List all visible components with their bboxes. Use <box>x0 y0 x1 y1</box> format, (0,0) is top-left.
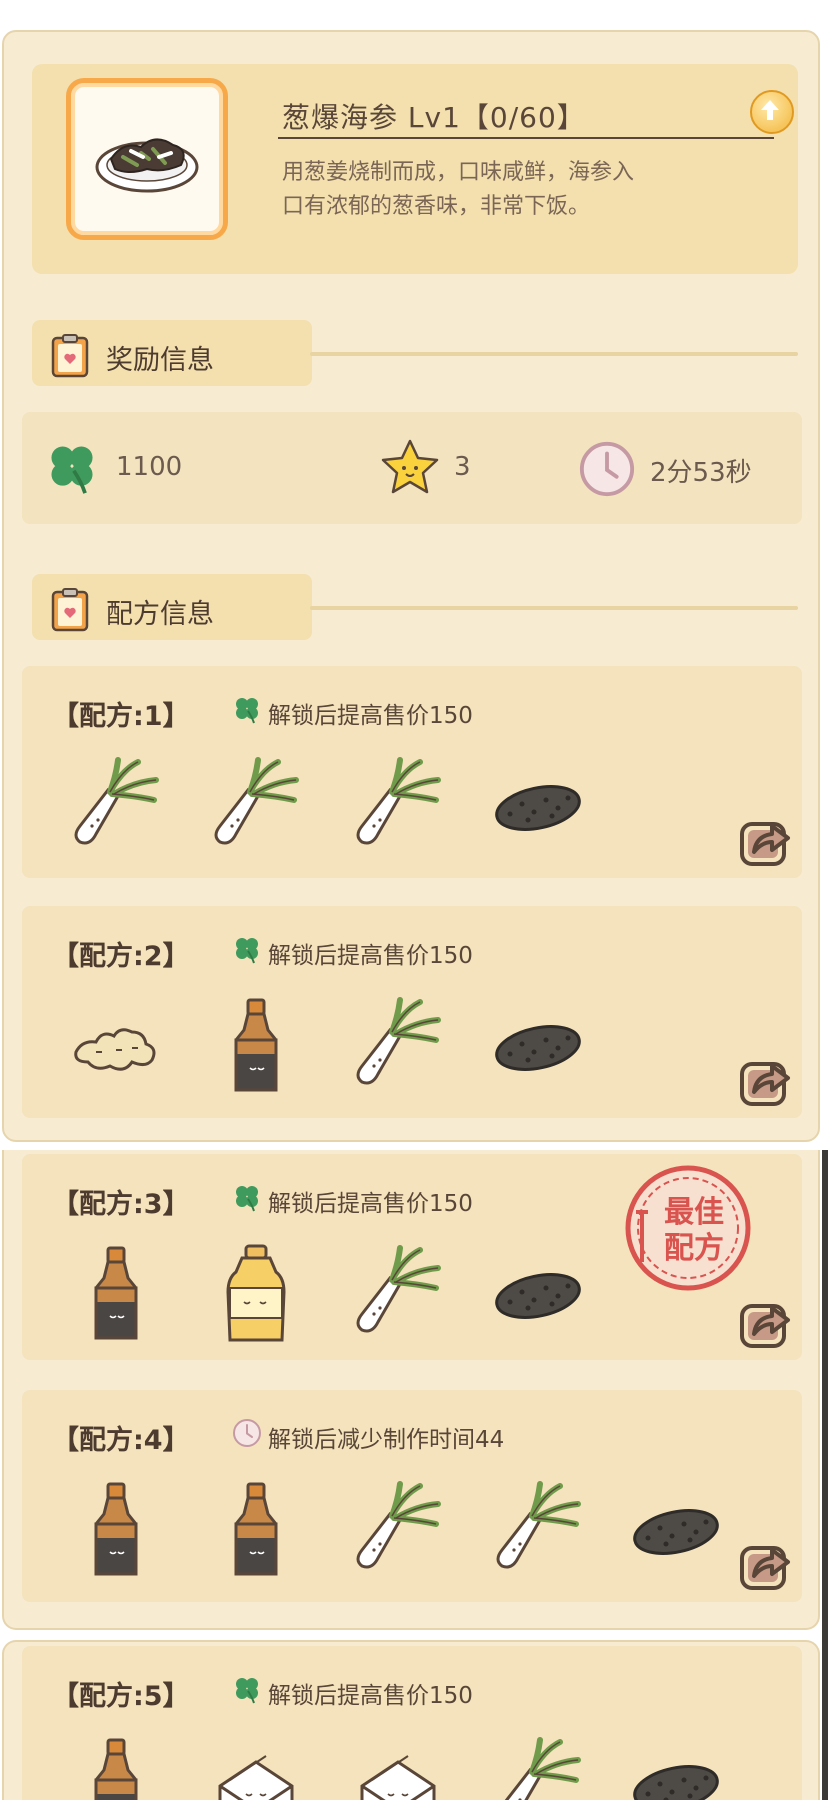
soy-sauce-icon <box>66 1244 166 1344</box>
section-label: 配方信息 <box>106 599 214 630</box>
recipe-list-continued: 【配方:3】 解锁后提高售价150 最佳 配方 【配方:4】 解锁后减少制作时间… <box>2 1150 820 1630</box>
recipe-title: 【配方:1】 <box>52 701 190 732</box>
recipe-condition: 解锁后提高售价150 <box>268 703 473 729</box>
clock-icon <box>578 440 636 498</box>
sea-cucumber-icon <box>626 1480 726 1580</box>
recipe-condition: 解锁后减少制作时间44 <box>268 1427 505 1453</box>
share-icon[interactable] <box>738 1052 794 1108</box>
salt-bag-icon <box>348 1736 448 1800</box>
sea-cucumber-icon <box>488 996 588 1096</box>
recipe-section-tab: 配方信息 <box>32 574 312 640</box>
dish-description: 用葱姜烧制而成，口味咸鲜，海参入 口有浓郁的葱香味，非常下饭。 <box>282 156 742 224</box>
scallion-icon <box>348 1244 448 1344</box>
dish-header-card: 葱爆海参 Lv1【0/60】 用葱姜烧制而成，口味咸鲜，海参入 口有浓郁的葱香味… <box>32 64 798 274</box>
recipe-list-continued: 【配方:5】 解锁后提高售价150 <box>2 1640 820 1800</box>
reward-section-tab: 奖励信息 <box>32 320 312 386</box>
recipe-title: 【配方:4】 <box>52 1425 190 1456</box>
dish-title: 葱爆海参 Lv1【0/60】 <box>282 101 586 134</box>
clover-icon <box>232 1674 262 1704</box>
sea-cucumber-icon <box>488 756 588 856</box>
recipe-card-4[interactable]: 【配方:4】 解锁后减少制作时间44 <box>22 1390 802 1602</box>
clover-icon <box>232 934 262 964</box>
description-line: 口有浓郁的葱香味，非常下饭。 <box>282 194 591 219</box>
recipe-title: 【配方:3】 <box>52 1189 190 1220</box>
star-icon <box>381 439 439 494</box>
recipe-title: 【配方:5】 <box>52 1681 190 1712</box>
scallion-icon <box>348 1480 448 1580</box>
soy-sauce-icon <box>66 1736 166 1800</box>
upgrade-button[interactable] <box>750 90 794 134</box>
cooking-oil-icon <box>206 1244 306 1344</box>
description-line: 用葱姜烧制而成，口味咸鲜，海参入 <box>282 160 635 185</box>
recipe-card-5[interactable]: 【配方:5】 解锁后提高售价150 <box>22 1646 802 1800</box>
sea-cucumber-icon <box>488 1244 588 1344</box>
star-reward-value: 3 <box>454 452 471 482</box>
share-icon[interactable] <box>738 812 794 868</box>
scallion-icon <box>348 756 448 856</box>
section-divider <box>310 352 798 356</box>
share-icon[interactable] <box>738 1536 794 1592</box>
scallion-icon <box>348 996 448 1096</box>
scallion-icon <box>488 1480 588 1580</box>
scallion-icon <box>66 756 166 856</box>
clover-icon <box>44 438 100 496</box>
recipe-card-icon <box>50 588 90 632</box>
recipe-condition: 解锁后提高售价150 <box>268 943 473 969</box>
soy-sauce-icon <box>206 1480 306 1580</box>
ginger-icon <box>66 996 166 1096</box>
sea-cucumber-icon <box>626 1736 726 1800</box>
section-divider <box>310 606 798 610</box>
braised-sea-cucumber-dish-icon <box>95 138 199 193</box>
soy-sauce-icon <box>66 1480 166 1580</box>
clock-icon <box>232 1418 262 1448</box>
upgrade-arrow-icon <box>761 100 779 120</box>
scallion-icon <box>488 1736 588 1800</box>
recipe-card-1[interactable]: 【配方:1】 解锁后提高售价150 <box>22 666 802 878</box>
best-recipe-stamp: 最佳 配方 <box>625 1165 751 1291</box>
clover-reward-value: 1100 <box>116 452 183 482</box>
scallion-icon <box>206 756 306 856</box>
right-edge <box>822 1150 828 1800</box>
recipe-condition: 解锁后提高售价150 <box>268 1683 473 1709</box>
reward-row: 1100 3 2分53秒 <box>22 412 802 524</box>
soy-sauce-icon <box>206 996 306 1096</box>
stamp-text: 最佳 <box>664 1195 724 1230</box>
recipe-card-icon <box>50 334 90 378</box>
time-reward-value: 2分53秒 <box>650 458 752 488</box>
recipe-card-2[interactable]: 【配方:2】 解锁后提高售价150 <box>22 906 802 1118</box>
recipe-condition: 解锁后提高售价150 <box>268 1191 473 1217</box>
section-label: 奖励信息 <box>106 345 214 376</box>
stamp-text: 配方 <box>664 1231 724 1266</box>
recipe-title: 【配方:2】 <box>52 941 190 972</box>
clover-icon <box>232 1182 262 1212</box>
title-divider <box>278 137 774 139</box>
dish-image-frame[interactable] <box>66 78 228 240</box>
dish-detail-panel: 葱爆海参 Lv1【0/60】 用葱姜烧制而成，口味咸鲜，海参入 口有浓郁的葱香味… <box>2 30 820 1142</box>
clover-icon <box>232 694 262 724</box>
recipe-card-3[interactable]: 【配方:3】 解锁后提高售价150 最佳 配方 <box>22 1154 802 1360</box>
share-icon[interactable] <box>738 1294 794 1350</box>
salt-bag-icon <box>206 1736 306 1800</box>
